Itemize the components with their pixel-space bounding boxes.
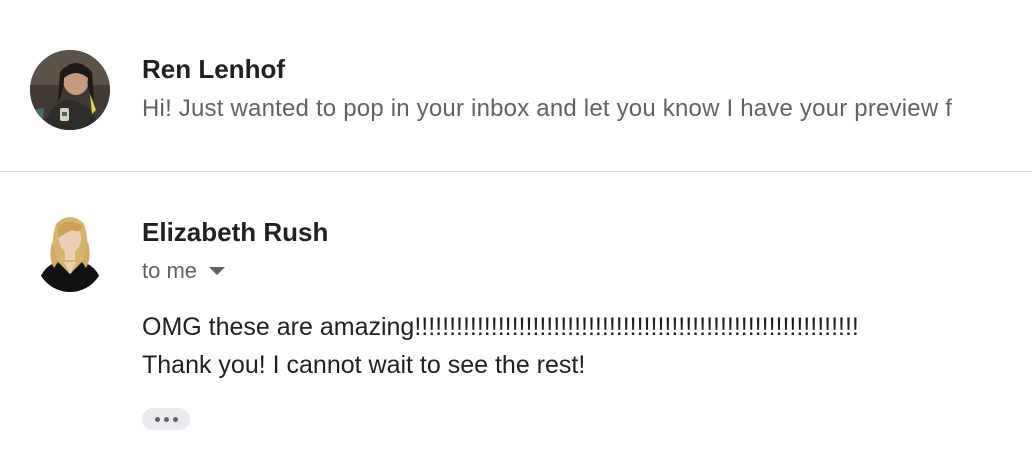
message-body-line: OMG these are amazing!!!!!!!!!!!!!!!!!!!…	[142, 313, 859, 341]
avatar-photo	[36, 217, 104, 292]
message-snippet: Hi! Just wanted to pop in your inbox and…	[142, 95, 953, 122]
avatar-photo	[30, 50, 110, 130]
message-divider	[0, 171, 1032, 172]
email-thread: Ren Lenhof Hi! Just wanted to pop in you…	[0, 0, 1032, 464]
chevron-down-icon[interactable]	[209, 267, 226, 275]
recipient-line: to me	[142, 258, 226, 284]
avatar-elizabeth-rush[interactable]	[36, 212, 104, 292]
recipient-label: to me	[142, 258, 198, 283]
more-horiz-icon-dot	[163, 416, 169, 422]
avatar-ren-lenhof[interactable]	[30, 50, 110, 130]
more-horiz-icon-dot	[172, 416, 178, 422]
more-horiz-icon	[154, 416, 160, 422]
sender-name: Ren Lenhof	[142, 54, 285, 84]
sender-name: Elizabeth Rush	[142, 217, 329, 247]
collapsed-message-ren-lenhof[interactable]: Ren Lenhof Hi! Just wanted to pop in you…	[0, 0, 1032, 171]
message-body-line: Thank you! I cannot wait to see the rest…	[142, 351, 586, 379]
show-trimmed-content-button[interactable]	[142, 408, 190, 430]
